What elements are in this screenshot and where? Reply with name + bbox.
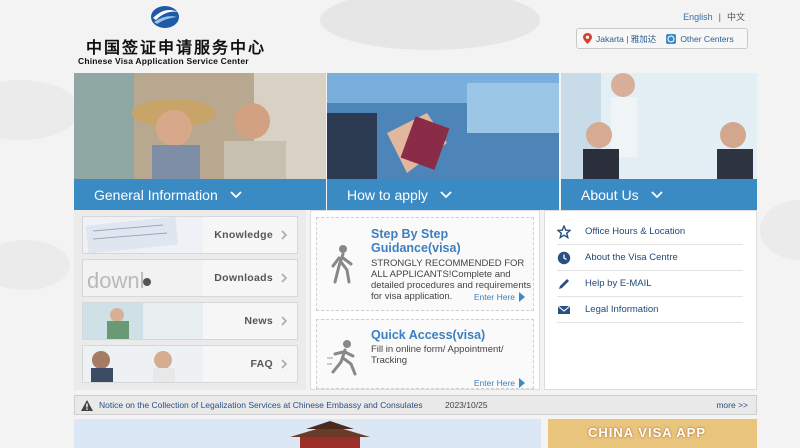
pencil-icon <box>559 278 569 289</box>
knowledge-item[interactable]: Knowledge <box>82 216 298 254</box>
logo-emblem-icon <box>151 6 179 28</box>
quick-access-text: Fill in online form/ Appointment/ Tracki… <box>371 344 504 366</box>
background-cloud <box>0 80 80 140</box>
quick-access-title: Quick Access(visa) <box>371 328 486 342</box>
banner-label: General Information <box>94 186 218 203</box>
background-pagoda-shade <box>320 0 540 50</box>
office-hours-link[interactable]: Office Hours & Location <box>557 219 743 245</box>
banner-label: How to apply <box>347 186 428 203</box>
banner-bar: General Information <box>74 179 326 210</box>
triangle-right-icon <box>519 378 525 388</box>
step-by-step-box[interactable]: Step By Step Guidance(visa) STRONGLY REC… <box>316 217 534 311</box>
faq-thumbnail <box>83 346 203 382</box>
downloads-item[interactable]: downl Downloads <box>82 259 298 297</box>
about-visa-centre-label: About the Visa Centre <box>585 252 678 263</box>
more-news-link[interactable]: more >> <box>716 400 748 410</box>
location-selector: Jakarta | 雅加达 Other Centers <box>576 28 748 49</box>
chevron-down-icon <box>440 190 452 198</box>
faq-item[interactable]: FAQ <box>82 345 298 383</box>
chevron-right-icon <box>281 273 287 283</box>
downloads-label: Downloads <box>214 272 273 284</box>
map-pin-icon <box>583 33 592 44</box>
chevron-right-icon <box>281 359 287 369</box>
document-thumbnail <box>83 217 203 253</box>
knowledge-label: Knowledge <box>214 229 273 241</box>
chevron-down-icon <box>230 190 242 198</box>
quick-enter-label: Enter Here <box>473 378 515 388</box>
warning-icon <box>81 399 93 411</box>
quick-enter-link[interactable]: Enter Here <box>474 378 525 388</box>
logo-chinese-text: 中国签证申请服务中心 <box>86 38 267 57</box>
legal-information-label: Legal Information <box>585 304 659 315</box>
walking-person-icon <box>331 245 353 284</box>
chevron-right-icon <box>281 316 287 326</box>
quick-access-box[interactable]: Quick Access(visa) Fill in online form/ … <box>316 319 534 389</box>
banner-how-to-apply[interactable]: How to apply <box>327 73 559 210</box>
step-enter-link[interactable]: Enter Here <box>474 292 525 302</box>
news-headline-link[interactable]: Notice on the Collection of Legalization… <box>99 400 431 410</box>
palace-photo <box>74 419 541 448</box>
chevron-right-icon <box>281 230 287 240</box>
news-ticker: Notice on the Collection of Legalization… <box>74 395 757 415</box>
other-centers-link[interactable]: Other Centers <box>680 34 733 44</box>
business-team-photo <box>561 73 757 179</box>
star-icon <box>557 224 571 239</box>
legal-information-link[interactable]: Legal Information <box>557 297 743 323</box>
lang-english-link[interactable]: English <box>683 12 713 22</box>
lang-chinese-link[interactable]: 中文 <box>727 12 745 22</box>
step-guidance-title: Step By Step Guidance(visa) <box>371 227 461 255</box>
current-city[interactable]: Jakarta | 雅加达 <box>596 33 656 45</box>
office-hours-label: Office Hours & Location <box>585 226 686 237</box>
running-person-icon <box>327 340 357 376</box>
language-switch: English | 中文 <box>680 10 748 23</box>
banner-about-us[interactable]: About Us <box>561 73 757 210</box>
banner-general-information[interactable]: General Information <box>74 73 326 210</box>
bottom-banner-app[interactable]: CHINA VISA APP <box>548 419 757 448</box>
passport-photo <box>327 73 559 179</box>
news-label: News <box>244 315 273 327</box>
news-item[interactable]: News <box>82 302 298 340</box>
envelope-icon <box>557 305 571 314</box>
background-cloud <box>0 240 70 290</box>
globe-icon <box>666 33 677 44</box>
triangle-right-icon <box>519 292 525 302</box>
about-us-panel: Office Hours & Location About the Visa C… <box>544 210 757 390</box>
about-visa-centre-link[interactable]: About the Visa Centre <box>557 245 743 271</box>
step-enter-label: Enter Here <box>473 292 515 302</box>
logo-english-text: Chinese Visa Application Service Center <box>78 56 249 66</box>
app-promo-text: CHINA VISA APP <box>588 425 707 440</box>
faq-label: FAQ <box>250 358 273 370</box>
how-to-apply-panel: Step By Step Guidance(visa) STRONGLY REC… <box>310 210 540 390</box>
general-information-panel: Knowledge downl Downloads News FAQ <box>74 210 306 390</box>
background-cloud <box>760 200 800 260</box>
svg-text:downl: downl <box>87 268 144 293</box>
news-date: 2023/10/25 <box>445 400 488 410</box>
site-logo[interactable]: 中国签证申请服务中心 Chinese Visa Application Serv… <box>78 4 264 66</box>
lang-separator: | <box>718 12 721 22</box>
banner-label: About Us <box>581 186 639 203</box>
chevron-down-icon <box>650 190 663 198</box>
help-email-link[interactable]: Help by E-MAIL <box>557 271 743 297</box>
banner-bar: How to apply <box>327 179 559 210</box>
bottom-banner-palace[interactable] <box>74 419 541 448</box>
help-email-label: Help by E-MAIL <box>585 278 652 289</box>
news-thumbnail <box>83 303 203 339</box>
tourists-photo <box>74 73 326 179</box>
banner-bar: About Us <box>561 179 757 210</box>
download-thumbnail: downl <box>83 260 203 296</box>
clock-icon <box>557 251 571 264</box>
